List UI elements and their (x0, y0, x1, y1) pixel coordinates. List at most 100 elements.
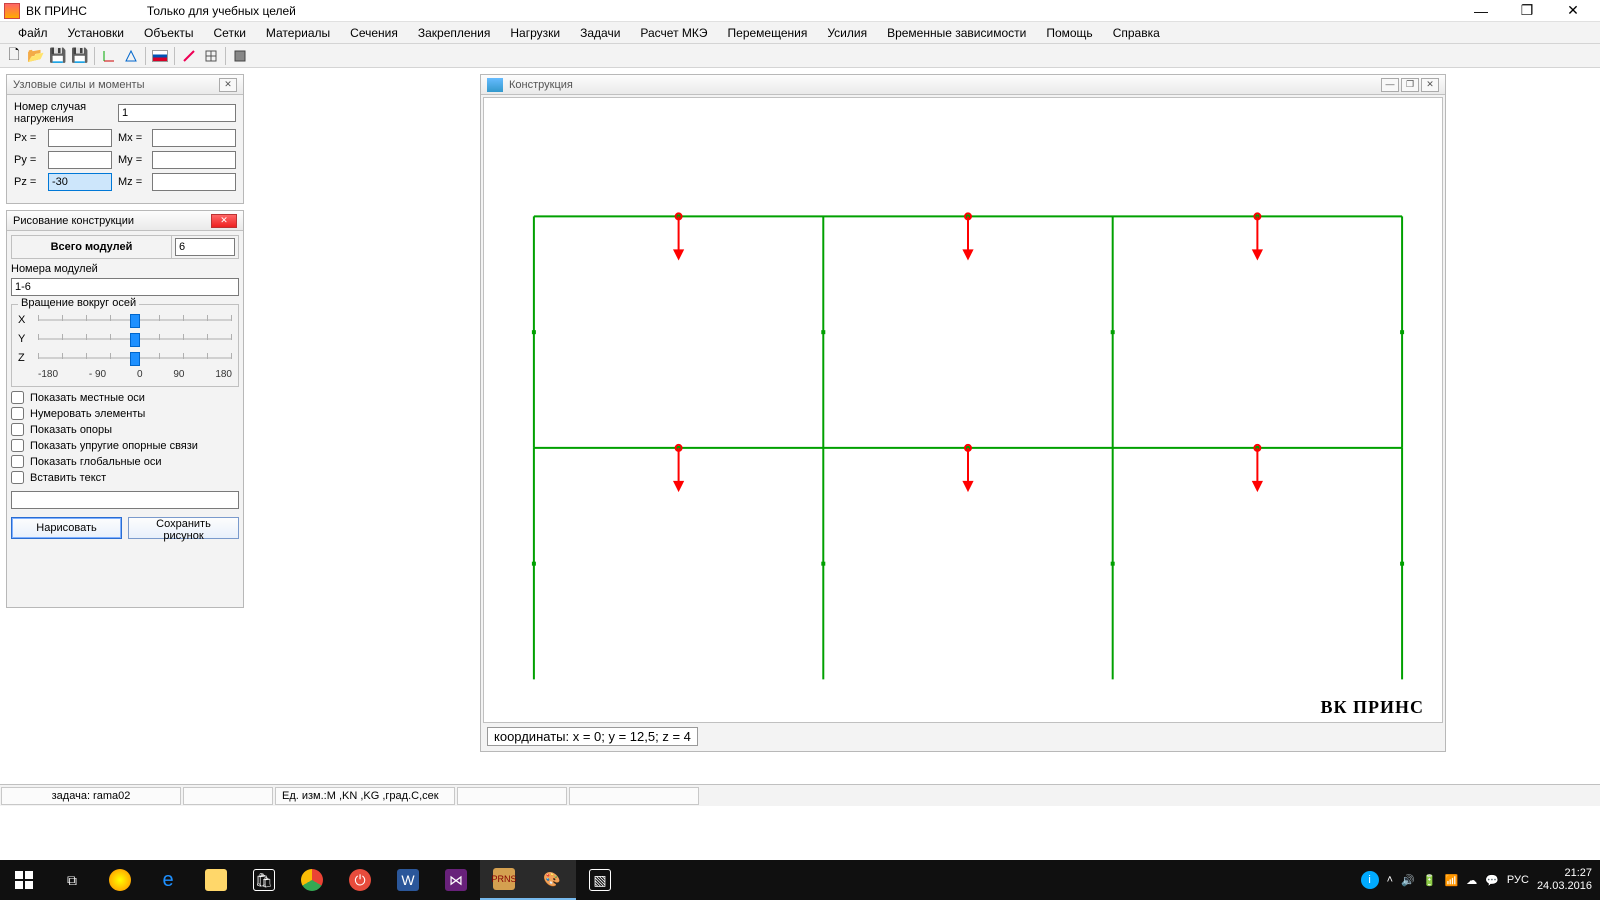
menu-about[interactable]: Справка (1103, 24, 1170, 42)
saveas-icon[interactable]: 💾 (70, 46, 90, 66)
tray-clock[interactable]: 21:27 24.03.2016 (1537, 867, 1592, 893)
start-button[interactable] (0, 860, 48, 900)
panel-drawing-title-text: Рисование конструкции (13, 215, 134, 227)
axes-icon[interactable] (99, 46, 119, 66)
mdi-close-icon[interactable]: ✕ (1421, 78, 1439, 92)
explorer-icon[interactable] (192, 860, 240, 900)
mdi-construction: Конструкция — ❐ ✕ (480, 74, 1446, 752)
slider-y[interactable] (38, 331, 232, 347)
maximize-button[interactable]: ❐ (1504, 0, 1550, 22)
insert-text-input[interactable] (11, 491, 239, 509)
app1-icon[interactable] (96, 860, 144, 900)
save-picture-button[interactable]: Сохранить рисунок (128, 517, 239, 539)
paint-icon[interactable]: 🎨 (528, 860, 576, 900)
panel-drawing-close-icon[interactable]: ✕ (211, 214, 237, 228)
menu-tasks[interactable]: Задачи (570, 24, 630, 42)
pz-input[interactable] (48, 173, 112, 191)
word-icon[interactable]: W (384, 860, 432, 900)
mx-label: Mx = (118, 132, 142, 144)
py-input[interactable] (48, 151, 112, 169)
tray-chevron-icon[interactable]: ˄ (1387, 874, 1393, 886)
chrome-icon[interactable] (288, 860, 336, 900)
menu-displacements[interactable]: Перемещения (718, 24, 818, 42)
photos-icon[interactable]: ▧ (576, 860, 624, 900)
coord-readout: координаты: x = 0; y = 12,5; z = 4 (487, 727, 698, 746)
scale-m180: -180 (38, 369, 58, 380)
slider-x[interactable] (38, 312, 232, 328)
mdi-maximize-icon[interactable]: ❐ (1401, 78, 1419, 92)
filter-icon[interactable] (230, 46, 250, 66)
menu-time[interactable]: Временные зависимости (877, 24, 1036, 42)
tray-time: 21:27 (1537, 867, 1592, 880)
watermark: ВК ПРИНС (1320, 697, 1424, 718)
vs-icon[interactable]: ⋈ (432, 860, 480, 900)
taskview-icon[interactable]: ⧉ (48, 860, 96, 900)
close-button[interactable]: ✕ (1550, 0, 1596, 22)
menu-file[interactable]: Файл (8, 24, 58, 42)
draw-button[interactable]: Нарисовать (11, 517, 122, 539)
node-icon[interactable] (121, 46, 141, 66)
chk-elastic-supports-label: Показать упругие опорные связи (30, 440, 198, 452)
tray-volume-icon[interactable]: 🔊 (1401, 874, 1415, 887)
panel-drawing-title[interactable]: Рисование конструкции ✕ (7, 211, 243, 231)
menu-forces[interactable]: Усилия (817, 24, 877, 42)
load-case-label: Номер случая нагружения (14, 101, 86, 125)
chk-elastic-supports[interactable] (11, 439, 24, 452)
menu-loads[interactable]: Нагрузки (500, 24, 570, 42)
scale-180: 180 (215, 369, 232, 380)
menu-help[interactable]: Помощь (1036, 24, 1102, 42)
tray-onedrive-icon[interactable]: ☁ (1466, 874, 1477, 887)
chk-global-axes[interactable] (11, 455, 24, 468)
tray-wifi-icon[interactable]: 📶 (1445, 874, 1459, 887)
menu-materials[interactable]: Материалы (256, 24, 340, 42)
tray-notification-icon[interactable]: 💬 (1485, 874, 1499, 887)
my-input[interactable] (152, 151, 236, 169)
open-icon[interactable]: 📂 (26, 46, 46, 66)
edit-icon[interactable] (179, 46, 199, 66)
my-label: My = (118, 154, 142, 166)
canvas[interactable]: ВК ПРИНС (483, 97, 1443, 723)
mesh-icon[interactable] (201, 46, 221, 66)
chk-supports[interactable] (11, 423, 24, 436)
lang-icon[interactable] (150, 46, 170, 66)
mz-input[interactable] (152, 173, 236, 191)
load-case-input[interactable] (118, 104, 236, 122)
power-icon[interactable]: ⏻ (336, 860, 384, 900)
mx-input[interactable] (152, 129, 236, 147)
chk-local-axes[interactable] (11, 391, 24, 404)
edge-icon[interactable]: e (144, 860, 192, 900)
mdi-construction-title-text: Конструкция (509, 79, 573, 91)
menu-settings[interactable]: Установки (58, 24, 134, 42)
tray-battery-icon[interactable]: 🔋 (1423, 874, 1437, 887)
mz-label: Mz = (118, 176, 142, 188)
save-icon[interactable]: 💾 (48, 46, 68, 66)
chk-insert-text-label: Вставить текст (30, 472, 106, 484)
menu-grids[interactable]: Сетки (204, 24, 256, 42)
chk-insert-text[interactable] (11, 471, 24, 484)
menu-fem[interactable]: Расчет МКЭ (630, 24, 717, 42)
panel-nodal-forces-title[interactable]: Узловые силы и моменты ✕ (7, 75, 243, 95)
store-icon[interactable]: 🛍 (240, 860, 288, 900)
tray-lang[interactable]: РУС (1507, 874, 1529, 886)
menu-constraints[interactable]: Закрепления (408, 24, 501, 42)
app-title: ВК ПРИНС (26, 4, 87, 18)
slider-z[interactable] (38, 350, 232, 366)
menu-sections[interactable]: Сечения (340, 24, 408, 42)
total-modules-input[interactable] (175, 238, 235, 256)
new-icon[interactable]: 🗋 (4, 46, 24, 66)
rotation-legend: Вращение вокруг осей (18, 297, 139, 309)
px-input[interactable] (48, 129, 112, 147)
chk-supports-label: Показать опоры (30, 424, 112, 436)
menu-objects[interactable]: Объекты (134, 24, 204, 42)
chk-number-elements[interactable] (11, 407, 24, 420)
module-numbers-input[interactable] (11, 278, 239, 296)
tray-info-icon[interactable]: i (1361, 871, 1379, 889)
panel-forces-close-icon[interactable]: ✕ (219, 78, 237, 92)
px-label: Px = (14, 132, 36, 144)
mdi-construction-title[interactable]: Конструкция — ❐ ✕ (481, 75, 1445, 95)
statusbar: задача: rama02 Ед. изм.:M ,KN ,KG ,град.… (0, 784, 1600, 806)
minimize-button[interactable]: — (1458, 0, 1504, 22)
app-subtitle: Только для учебных целей (147, 4, 296, 18)
mdi-minimize-icon[interactable]: — (1381, 78, 1399, 92)
prins-taskbar-icon[interactable]: PRNS (480, 860, 528, 900)
